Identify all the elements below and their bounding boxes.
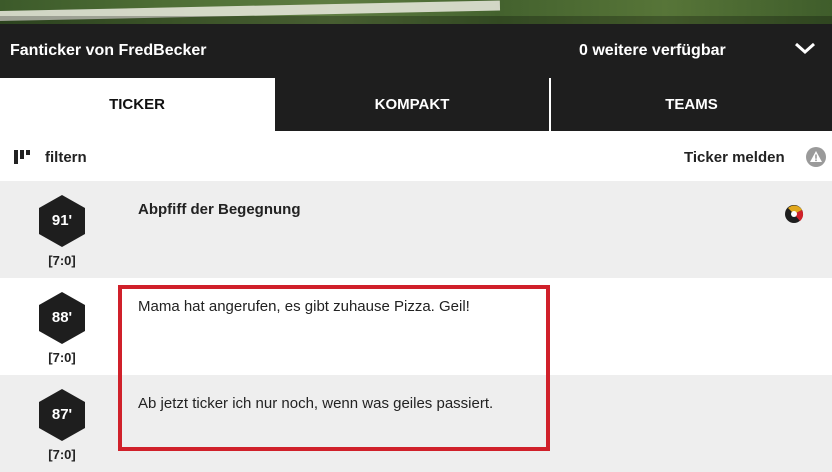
report-ticker-link[interactable]: Ticker melden (684, 149, 785, 166)
more-available-label[interactable]: 0 weitere verfügbar (579, 42, 726, 60)
score-label: [7:0] (48, 350, 76, 365)
tab-bar: TICKER KOMPAKT TEAMS (0, 78, 832, 131)
minute-label: 91' (51, 212, 73, 229)
tab-kompakt[interactable]: KOMPAKT (275, 78, 549, 131)
chevron-down-icon[interactable] (794, 40, 816, 56)
ticker-title: Fanticker von FredBecker (10, 42, 207, 59)
minute-label: 88' (51, 309, 73, 326)
entry-text: Ab jetzt ticker ich nur noch, wenn was g… (138, 395, 494, 412)
warning-icon[interactable] (805, 146, 827, 168)
entry-text: Mama hat angerufen, es gibt zuhause Pizz… (138, 298, 470, 315)
final-whistle-icon (785, 205, 804, 223)
pitch-shade (0, 16, 832, 24)
tab-teams[interactable]: TEAMS (551, 78, 832, 131)
pitch-banner (0, 0, 832, 24)
ticker-entry: 91' [7:0] Abpfiff der Begegnung (0, 181, 832, 278)
entry-text: Abpfiff der Begegnung (138, 201, 301, 218)
score-label: [7:0] (48, 447, 76, 462)
score-label: [7:0] (48, 253, 76, 268)
filter-icon[interactable] (14, 150, 34, 164)
filter-button[interactable]: filtern (45, 149, 87, 166)
ticker-header-bar[interactable]: Fanticker von FredBecker 0 weitere verfü… (0, 24, 832, 78)
minute-label: 87' (51, 406, 73, 423)
tab-ticker[interactable]: TICKER (0, 78, 274, 131)
filter-toolbar: filtern Ticker melden (0, 131, 832, 181)
ticker-entry: 87' [7:0] Ab jetzt ticker ich nur noch, … (0, 375, 832, 472)
ticker-entry: 88' [7:0] Mama hat angerufen, es gibt zu… (0, 278, 832, 375)
